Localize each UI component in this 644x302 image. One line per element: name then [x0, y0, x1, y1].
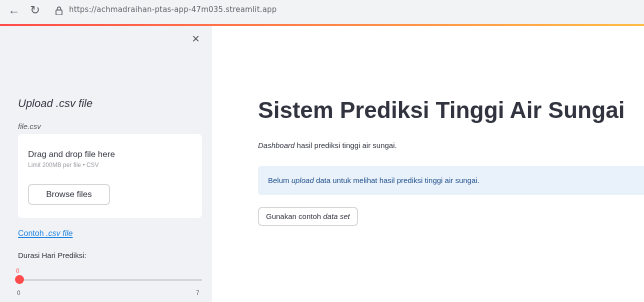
- slider-min-label: 0: [17, 291, 21, 297]
- duration-slider-label: Durasi Hari Prediksi:: [18, 251, 87, 260]
- use-sample-dataset-button[interactable]: Gunakan contoh data set: [258, 207, 358, 226]
- info-alert-text: Belum upload data untuk melihat hasil pr…: [268, 176, 479, 185]
- subtitle-text: hasil prediksi tinggi air sungai.: [294, 141, 397, 150]
- back-arrow-icon[interactable]: ←: [8, 3, 20, 17]
- info-alert: Belum upload data untuk melihat hasil pr…: [258, 166, 644, 195]
- file-uploader-label: file.csv: [18, 122, 41, 131]
- sample-csv-link[interactable]: Contoh .csv file: [18, 229, 73, 238]
- sample-link-suffix: .csv file: [46, 229, 73, 238]
- page-subtitle: Dashboard hasil prediksi tinggi air sung…: [258, 141, 397, 150]
- dropzone-limit: Limit 200MB per file • CSV: [28, 163, 99, 169]
- page-title: Sistem Prediksi Tinggi Air Sungai: [258, 97, 625, 123]
- address-bar-url[interactable]: https://achmadraihan-ptas-app-47m035.str…: [69, 5, 277, 14]
- browser-toolbar: ← ↻ https://achmadraihan-ptas-app-47m035…: [0, 0, 644, 24]
- lock-icon: [55, 6, 63, 15]
- info-text-after: data untuk melihat hasil prediksi tinggi…: [313, 176, 480, 185]
- slider-thumb[interactable]: [15, 275, 24, 284]
- sample-button-italic: data set: [323, 212, 350, 221]
- slider-max-label: 7: [196, 291, 200, 297]
- upload-heading: Upload .csv file: [18, 98, 93, 110]
- sidebar: × Upload .csv file file.csv Drag and dro…: [0, 26, 212, 302]
- browse-files-button[interactable]: Browse files: [28, 184, 110, 205]
- reload-icon[interactable]: ↻: [30, 3, 40, 17]
- slider-track[interactable]: [18, 279, 202, 281]
- subtitle-dashboard-word: Dashboard: [258, 141, 295, 150]
- sample-button-prefix: Gunakan contoh: [266, 212, 324, 221]
- info-text-before: Belum: [268, 176, 292, 185]
- dropzone-title: Drag and drop file here: [28, 149, 115, 159]
- close-sidebar-icon[interactable]: ×: [192, 32, 200, 46]
- sample-link-prefix: Contoh: [18, 229, 44, 238]
- info-text-italic: upload: [291, 176, 314, 185]
- file-dropzone[interactable]: Drag and drop file here Limit 200MB per …: [18, 134, 202, 218]
